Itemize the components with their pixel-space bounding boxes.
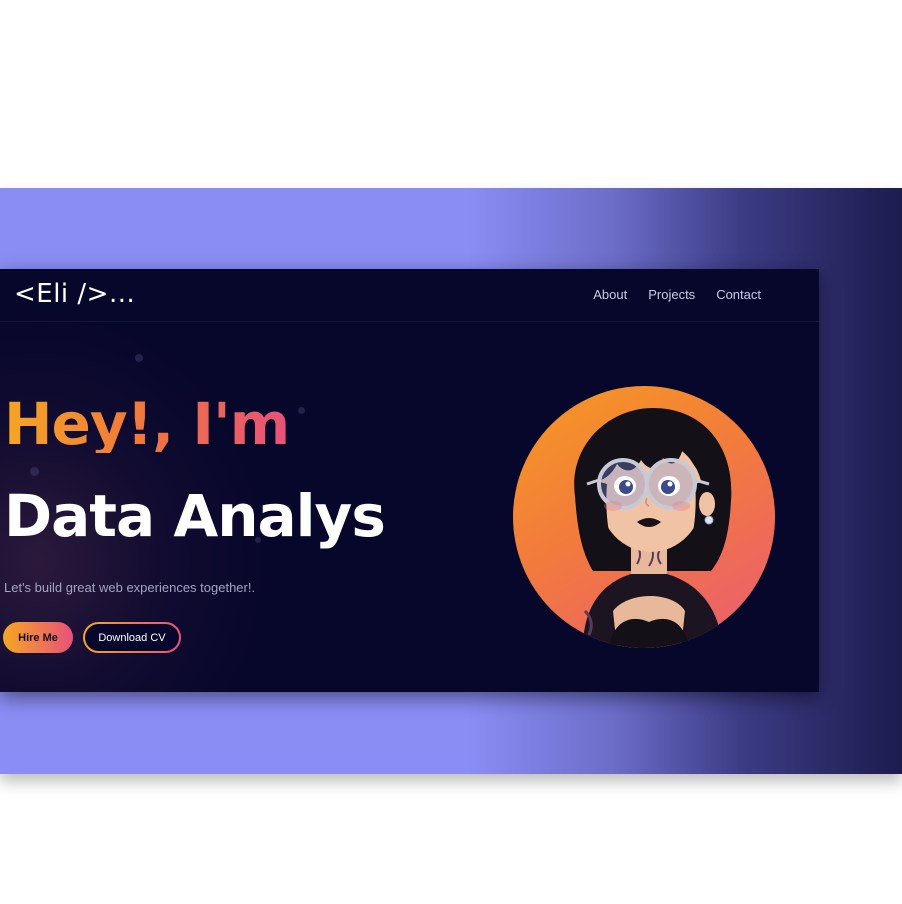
- screenshot-frame: <Eli />... About Projects Contact Hey!, …: [0, 188, 902, 774]
- background-dot: [30, 467, 39, 476]
- nav-link-contact[interactable]: Contact: [716, 287, 761, 302]
- hero-tagline: Let's build great web experiences togeth…: [4, 580, 256, 595]
- avatar-portrait: [513, 386, 775, 648]
- background-dot: [135, 354, 143, 362]
- hero-greeting: Hey!, I'm: [4, 390, 290, 458]
- portfolio-site: <Eli />... About Projects Contact Hey!, …: [0, 269, 819, 692]
- nav-link-projects[interactable]: Projects: [648, 287, 695, 302]
- nav-links: About Projects Contact: [593, 287, 761, 302]
- avatar-illustration: [574, 408, 732, 648]
- hire-me-button[interactable]: Hire Me: [3, 622, 73, 653]
- nav-link-about[interactable]: About: [593, 287, 627, 302]
- logo[interactable]: <Eli />...: [14, 279, 135, 309]
- background-dot: [298, 407, 305, 414]
- navbar: <Eli />... About Projects Contact: [0, 269, 819, 322]
- hero-role: Data Analys: [4, 482, 386, 550]
- download-cv-button[interactable]: Download CV: [83, 622, 181, 653]
